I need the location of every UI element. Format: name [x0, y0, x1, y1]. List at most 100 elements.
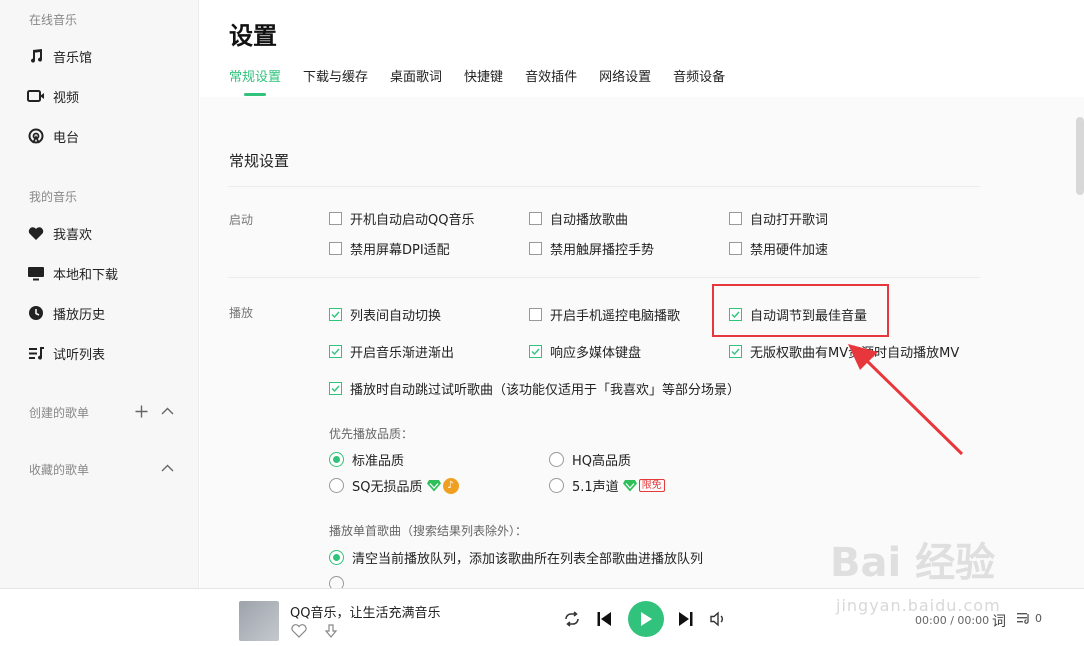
sidebar-item-favorites[interactable]: 我喜欢: [26, 221, 92, 245]
checkbox-box[interactable]: [329, 242, 342, 255]
playback-time: 00:00 / 00:00: [915, 614, 990, 627]
radio-hq-quality[interactable]: HQ高品质: [549, 450, 631, 469]
radio-circle[interactable]: [549, 452, 564, 467]
sidebar-item-label: 电台: [53, 130, 80, 146]
album-cover[interactable]: [239, 601, 279, 641]
checkbox-box[interactable]: [729, 212, 742, 225]
checkbox-media-keys[interactable]: 响应多媒体键盘: [529, 342, 641, 361]
checkbox-box[interactable]: [529, 242, 542, 255]
chevron-up-icon[interactable]: [159, 403, 175, 419]
checkbox-box[interactable]: [329, 212, 342, 225]
checkbox-label: 列表间自动切换: [350, 309, 442, 324]
previous-track-icon[interactable]: [594, 610, 614, 628]
green-diamond-vip-icon: [426, 479, 441, 492]
checkbox-fade-in-out[interactable]: 开启音乐渐进渐出: [329, 342, 454, 361]
radio-5-1-channel[interactable]: 5.1声道 限免: [549, 476, 665, 495]
play-queue-button[interactable]: 0: [1016, 611, 1042, 625]
download-icon[interactable]: [322, 623, 340, 639]
tab-general[interactable]: 常规设置: [229, 66, 281, 96]
radio-label: SQ无损品质: [352, 480, 423, 495]
playback-label: 播放: [229, 306, 254, 320]
collected-playlists-label: 收藏的歌单: [29, 463, 90, 477]
checkbox-disable-hw-accel[interactable]: 禁用硬件加速: [729, 239, 828, 258]
single-play-label: 播放单首歌曲（搜索结果列表除外）：: [329, 524, 528, 538]
radio-label: 清空当前播放队列，添加该歌曲所在列表全部歌曲进播放队列: [352, 552, 704, 567]
checkbox-label: 开启手机遥控电脑播歌: [550, 309, 681, 324]
checkbox-box[interactable]: [729, 242, 742, 255]
sidebar-item-label: 视频: [53, 90, 80, 106]
checkbox-disable-dpi[interactable]: 禁用屏幕DPI适配: [329, 239, 450, 258]
tab-download-cache[interactable]: 下载与缓存: [303, 66, 368, 96]
song-title: QQ音乐，让生活充满音乐: [290, 606, 441, 621]
add-playlist-icon[interactable]: [133, 403, 149, 419]
checkbox-box[interactable]: [329, 308, 342, 321]
sidebar-item-radio[interactable]: 电台: [26, 124, 79, 148]
created-playlists-label: 创建的歌单: [29, 406, 90, 420]
tab-audio-effects[interactable]: 音效插件: [525, 66, 577, 96]
radio-circle[interactable]: [329, 550, 344, 565]
checkbox-list-auto-switch[interactable]: 列表间自动切换: [329, 305, 441, 324]
checkbox-autoplay[interactable]: 自动播放歌曲: [529, 209, 628, 228]
gold-vip-icon: ♪: [442, 477, 459, 494]
queue-icon: [1017, 613, 1029, 624]
radio-next-partial[interactable]: [329, 576, 344, 588]
checkbox-label: 禁用屏幕DPI适配: [350, 243, 450, 258]
radio-label: 5.1声道: [572, 480, 619, 495]
tab-desktop-lyrics[interactable]: 桌面歌词: [390, 66, 442, 96]
volume-icon[interactable]: [708, 610, 728, 628]
radio-standard-quality[interactable]: 标准品质: [329, 450, 404, 469]
sidebar-item-history[interactable]: 播放历史: [26, 301, 105, 325]
chevron-up-icon[interactable]: [159, 460, 175, 476]
divider: [228, 186, 980, 187]
sidebar-item-trial-list[interactable]: 试听列表: [26, 341, 105, 365]
checkbox-label: 播放时自动跳过试听歌曲（该功能仅适用于「我喜欢」等部分场景）: [350, 383, 741, 398]
checkbox-box[interactable]: [329, 345, 342, 358]
tab-network[interactable]: 网络设置: [599, 66, 651, 96]
quality-label: 优先播放品质：: [329, 427, 414, 441]
video-icon: [26, 86, 46, 106]
loop-mode-icon[interactable]: [562, 610, 582, 628]
checkbox-label: 开启音乐渐进渐出: [350, 346, 455, 361]
checkbox-disable-touch[interactable]: 禁用触屏播控手势: [529, 239, 654, 258]
startup-label: 启动: [229, 213, 254, 227]
tab-audio-device[interactable]: 音频设备: [673, 66, 725, 96]
play-button[interactable]: [628, 601, 664, 637]
checkbox-autostart[interactable]: 开机自动启动QQ音乐: [329, 209, 474, 228]
sidebar: 在线音乐 音乐馆 视频 电台 我的音乐 我喜欢 本地和下载 播放历史 试听列表 …: [0, 0, 199, 588]
baidu-watermark: Bai 经验: [830, 540, 996, 586]
sidebar-item-local-downloads[interactable]: 本地和下载: [26, 261, 118, 285]
baidu-watermark-url: jingyan.baidu.com: [836, 596, 1001, 615]
green-diamond-vip-icon: [622, 479, 637, 492]
playlist-icon: [26, 343, 46, 363]
radio-replace-queue[interactable]: 清空当前播放队列，添加该歌曲所在列表全部歌曲进播放队列: [329, 548, 703, 567]
checkbox-auto-lyrics[interactable]: 自动打开歌词: [729, 209, 828, 228]
checkbox-box[interactable]: [729, 345, 742, 358]
next-track-icon[interactable]: [676, 610, 696, 628]
queue-count: 0: [1035, 611, 1042, 625]
radio-circle[interactable]: [329, 452, 344, 467]
sidebar-item-label: 音乐馆: [53, 50, 93, 66]
monitor-icon: [26, 263, 46, 283]
checkbox-label: 开机自动启动QQ音乐: [350, 213, 475, 228]
checkbox-box[interactable]: [529, 345, 542, 358]
checkbox-box[interactable]: [329, 382, 342, 395]
checkbox-phone-remote[interactable]: 开启手机遥控电脑播歌: [529, 305, 680, 324]
settings-panel: 设置 常规设置 下载与缓存 桌面歌词 快捷键 音效插件 网络设置 音频设备 常规…: [200, 0, 1084, 588]
heart-outline-icon[interactable]: [290, 623, 308, 639]
sidebar-item-video[interactable]: 视频: [26, 84, 79, 108]
section-title: 常规设置: [229, 152, 290, 170]
tab-shortcuts[interactable]: 快捷键: [464, 66, 503, 96]
settings-tabs: 常规设置 下载与缓存 桌面歌词 快捷键 音效插件 网络设置 音频设备: [229, 66, 747, 96]
radio-circle[interactable]: [329, 478, 344, 493]
sidebar-item-label: 试听列表: [53, 347, 106, 363]
radio-label: 标准品质: [352, 454, 405, 469]
radio-circle[interactable]: [549, 478, 564, 493]
checkbox-skip-trial[interactable]: 播放时自动跳过试听歌曲（该功能仅适用于「我喜欢」等部分场景）: [329, 379, 740, 398]
radio-icon: [26, 126, 46, 146]
sidebar-item-music-hall[interactable]: 音乐馆: [26, 44, 92, 68]
radio-sq-quality[interactable]: SQ无损品质 ♪: [329, 476, 459, 495]
checkbox-box[interactable]: [529, 308, 542, 321]
checkbox-box[interactable]: [529, 212, 542, 225]
annotation-arrow-icon: [848, 344, 964, 456]
scrollbar-thumb[interactable]: [1076, 117, 1084, 195]
